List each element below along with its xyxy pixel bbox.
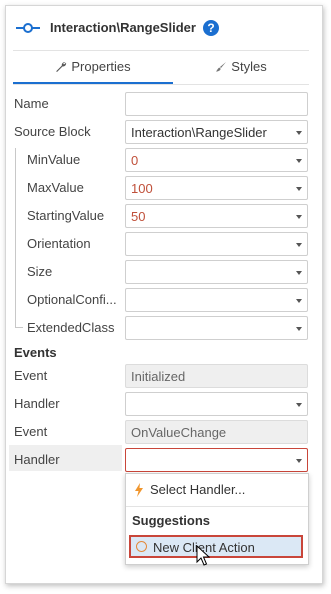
min-value-row: MinValue 0 [6,146,322,174]
chevron-down-icon [296,327,302,331]
handler-onvaluechange-select[interactable] [125,448,308,472]
starting-value-label: StartingValue [27,208,105,223]
chevron-down-icon [296,215,302,219]
max-value-label: MaxValue [27,180,84,195]
brush-icon [216,62,227,72]
handler-label: Handler [14,396,60,411]
size-input[interactable] [125,260,308,284]
handler-label: Handler [14,452,60,467]
starting-value-row: StartingValue 50 [6,202,322,230]
chevron-down-icon [296,271,302,275]
events-header-row: Events [6,339,322,361]
range-slider-icon [16,23,40,33]
orientation-row: Orientation [6,230,322,258]
client-action-icon [136,541,147,552]
lightning-icon [135,483,143,497]
chevron-down-icon [296,459,302,463]
name-row: Name [6,90,322,118]
suggestions-title: Suggestions [132,513,211,528]
tab-properties[interactable]: Properties [13,51,173,84]
chevron-down-icon [296,159,302,163]
select-handler-option[interactable]: Select Handler... [126,476,308,504]
max-value-input[interactable]: 100 [125,176,308,200]
chevron-down-icon [296,403,302,407]
size-row: Size [6,258,322,286]
tab-properties-label: Properties [71,59,131,74]
event-initialized-field: Initialized [125,364,308,388]
max-value-row: MaxValue 100 [6,174,322,202]
event-onvaluechange-field: OnValueChange [125,420,308,444]
tab-bar: Properties Styles [13,51,309,85]
tab-styles-label: Styles [231,59,267,74]
extended-class-row: ExtendedClass [6,314,322,342]
name-label: Name [14,96,49,111]
new-client-action-option[interactable]: New Client Action [129,535,303,558]
chevron-down-icon [296,299,302,303]
source-block-row: Source Block Interaction\RangeSlider [6,118,322,146]
handler-onvaluechange-row: Handler [6,446,322,474]
min-value-input[interactable]: 0 [125,148,308,172]
name-input[interactable] [125,92,308,116]
wrench-icon [56,62,67,72]
chevron-down-icon [296,243,302,247]
starting-value-input[interactable]: 50 [125,204,308,228]
source-block-label: Source Block [14,124,91,139]
chevron-down-icon [296,131,302,135]
event-label: Event [14,424,48,439]
help-icon[interactable]: ? [203,20,219,36]
size-label: Size [27,264,53,279]
source-block-select[interactable]: Interaction\RangeSlider [125,120,308,144]
event-onvaluechange-row: Event OnValueChange [6,418,322,446]
min-value-label: MinValue [27,152,81,167]
handler-initialized-row: Handler [6,390,322,418]
event-label: Event [14,368,48,383]
tab-styles[interactable]: Styles [173,51,309,82]
handler-dropdown: Select Handler... Suggestions New Client… [125,473,309,565]
event-initialized-row: Event Initialized [6,362,322,390]
orientation-label: Orientation [27,236,91,251]
extended-class-input[interactable] [125,316,308,340]
chevron-down-icon [296,187,302,191]
handler-initialized-select[interactable] [125,392,308,416]
orientation-input[interactable] [125,232,308,256]
panel-header: Interaction\RangeSlider ? [6,6,322,50]
optional-config-row: OptionalConfi... [6,286,322,314]
dropdown-divider [126,506,308,507]
block-title: Interaction\RangeSlider [50,20,196,35]
optional-config-label: OptionalConfi... [27,292,117,307]
mouse-pointer-icon [196,545,210,566]
properties-panel: Interaction\RangeSlider ? Properties Sty… [5,5,323,584]
extended-class-label: ExtendedClass [27,320,115,335]
optional-config-input[interactable] [125,288,308,312]
events-section-title: Events [14,345,57,360]
